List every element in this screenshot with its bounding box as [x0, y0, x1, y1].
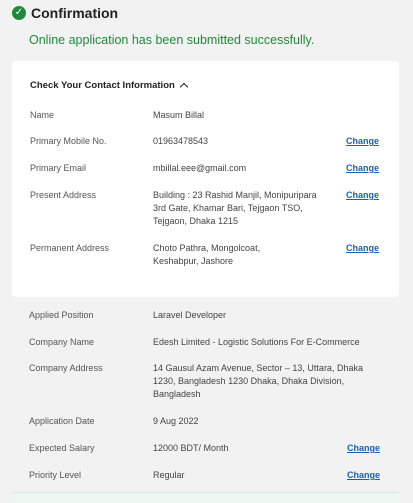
bottom-banner	[12, 492, 399, 503]
change-email-link[interactable]: Change	[346, 162, 379, 175]
row-label: Present Address	[30, 190, 97, 200]
change-present-address-link[interactable]: Change	[346, 189, 379, 202]
check-circle-icon: ✓	[12, 6, 26, 20]
page-title: Confirmation	[31, 5, 119, 21]
row-label: Company Address	[29, 363, 103, 373]
row-label: Primary Email	[30, 163, 87, 173]
contact-info-toggle[interactable]: Check Your Contact Information	[30, 80, 189, 92]
change-permanent-address-link[interactable]: Change	[346, 242, 379, 255]
success-message: Online application has been submitted su…	[29, 33, 315, 47]
row-value: Laravel Developer	[153, 310, 227, 320]
contact-info-heading: Check Your Contact Information	[30, 80, 175, 91]
row-value: Building : 23 Rashid Manjil, Monipuripar…	[153, 190, 317, 226]
row-label: Applied Position	[29, 310, 94, 320]
change-priority-link[interactable]: Change	[347, 469, 380, 482]
change-salary-link[interactable]: Change	[347, 442, 380, 455]
row-value: 01963478543	[153, 136, 209, 146]
row-label: Expected Salary	[29, 443, 95, 453]
chevron-up-icon	[179, 82, 189, 92]
row-label: Name	[30, 110, 55, 120]
row-value: Masum Billal	[153, 110, 205, 120]
confirmation-header: ✓ Confirmation	[12, 5, 118, 21]
change-mobile-link[interactable]: Change	[346, 135, 379, 148]
contact-info-card: Check Your Contact Information Name Masu…	[12, 61, 399, 297]
row-label: Company Name	[29, 337, 95, 347]
row-label: Application Date	[29, 416, 95, 426]
row-value: Edesh Limited - Logistic Solutions For E…	[153, 337, 360, 347]
row-label: Priority Level	[29, 470, 82, 480]
row-value: Choto Pathra, Mongolcoat, Keshabpur, Jas…	[153, 243, 261, 266]
row-value: 12000 BDT/ Month	[153, 443, 229, 453]
row-value: 14 Gausul Azam Avenue, Sector – 13, Utta…	[153, 363, 363, 399]
row-label: Permanent Address	[30, 243, 110, 253]
row-value: mbillal.eee@gmail.com	[153, 163, 247, 173]
row-value: 9 Aug 2022	[153, 416, 199, 426]
row-label: Primary Mobile No.	[30, 136, 107, 146]
row-value: Regular	[153, 470, 185, 480]
